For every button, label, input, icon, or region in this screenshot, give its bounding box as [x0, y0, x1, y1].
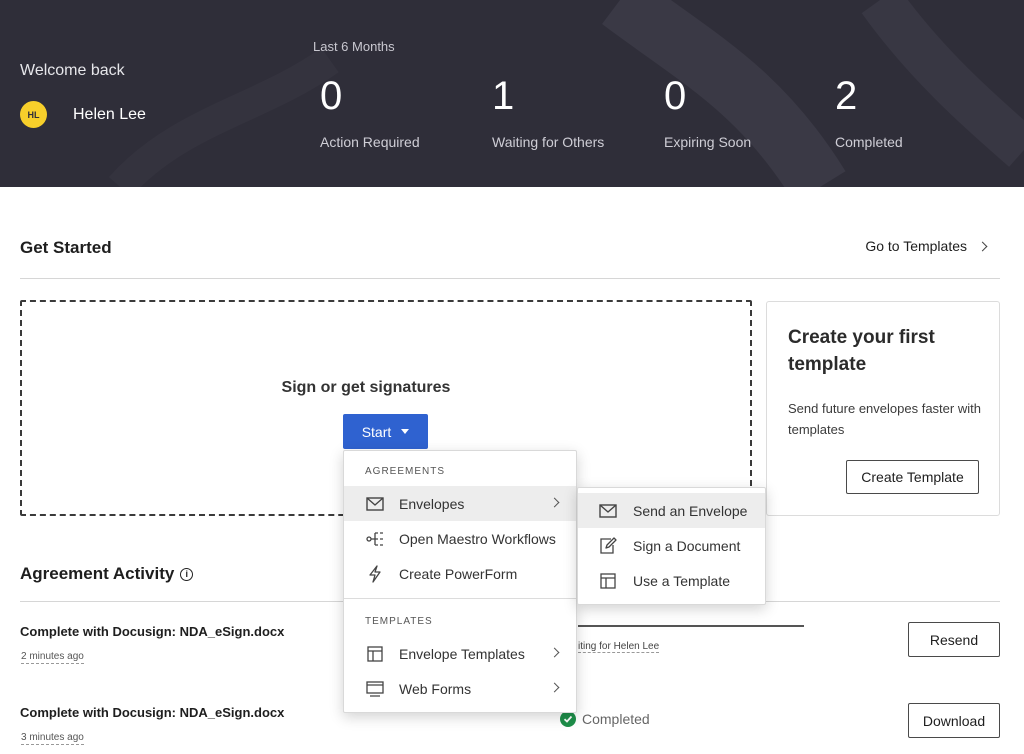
- menu-item-label: Send an Envelope: [633, 502, 748, 519]
- go-to-templates-label: Go to Templates: [865, 238, 967, 254]
- lightning-icon: [366, 564, 384, 583]
- activity-row-status: iting for Helen Lee: [578, 641, 660, 653]
- activity-row-title[interactable]: Complete with Docusign: NDA_eSign.docx: [20, 624, 284, 639]
- menu-divider: [344, 598, 576, 599]
- user-name: Helen Lee: [73, 106, 146, 123]
- start-button[interactable]: Start: [343, 414, 428, 449]
- activity-row-title[interactable]: Complete with Docusign: NDA_eSign.docx: [20, 705, 284, 720]
- status-completed-label: Completed: [582, 711, 650, 727]
- dropzone-title: Sign or get signatures: [281, 379, 451, 396]
- menu-item-open-maestro-workflows[interactable]: Open Maestro Workflows: [344, 521, 576, 556]
- menu-item-label: Envelopes: [399, 495, 465, 512]
- chevron-right-icon: [549, 682, 560, 693]
- avatar[interactable]: HL: [20, 101, 47, 128]
- stat-label: Expiring Soon: [664, 134, 752, 150]
- menu-item-envelopes[interactable]: Envelopes: [344, 486, 576, 521]
- stat-action-required[interactable]: 0 Action Required: [320, 74, 420, 150]
- template-card-description: Send future envelopes faster with templa…: [788, 401, 981, 437]
- menu-item-label: Sign a Document: [633, 537, 741, 554]
- menu-item-use-a-template[interactable]: Use a Template: [578, 563, 765, 598]
- download-button[interactable]: Download: [908, 703, 1000, 738]
- chevron-right-icon: [549, 497, 560, 508]
- info-icon[interactable]: i: [180, 567, 194, 581]
- envelopes-submenu: Send an Envelope Sign a Document Use a T…: [577, 487, 766, 605]
- start-button-label: Start: [361, 423, 392, 440]
- menu-item-create-powerform[interactable]: Create PowerForm: [344, 556, 576, 591]
- menu-item-label: Use a Template: [633, 572, 731, 589]
- menu-item-label: Web Forms: [399, 680, 472, 697]
- stat-value: 0: [664, 74, 687, 118]
- stat-label: Completed: [835, 134, 903, 150]
- start-dropdown-menu: AGREEMENTS Envelopes Open Maestro Workfl…: [343, 450, 577, 713]
- workflow-icon: [366, 530, 384, 548]
- stat-label: Action Required: [320, 134, 420, 150]
- menu-heading-templates: TEMPLATES: [365, 616, 433, 627]
- stat-completed[interactable]: 2 Completed: [835, 74, 903, 150]
- stat-label: Waiting for Others: [492, 134, 605, 150]
- caret-down-icon: [401, 429, 410, 434]
- menu-heading-agreements: AGREEMENTS: [365, 466, 446, 477]
- status-progress-line: [578, 625, 804, 627]
- menu-item-web-forms[interactable]: Web Forms: [344, 671, 576, 706]
- activity-row-status: Completed: [560, 711, 650, 727]
- check-circle-icon: [560, 711, 576, 727]
- template-icon: [366, 645, 384, 663]
- chevron-right-icon: [549, 647, 560, 658]
- menu-item-sign-a-document[interactable]: Sign a Document: [578, 528, 765, 563]
- stat-value: 1: [492, 74, 515, 118]
- menu-item-label: Create PowerForm: [399, 565, 518, 582]
- create-template-card: Create your first template Send future e…: [766, 301, 1000, 516]
- stats-period: Last 6 Months: [313, 39, 395, 54]
- template-icon: [599, 572, 617, 590]
- get-started-title: Get Started: [20, 238, 112, 257]
- activity-row-time: 3 minutes ago: [21, 732, 84, 745]
- activity-row-time: 2 minutes ago: [21, 651, 84, 664]
- agreement-activity-title: Agreement Activity: [20, 564, 175, 583]
- envelope-icon: [366, 495, 384, 513]
- go-to-templates-link[interactable]: Go to Templates: [865, 238, 988, 254]
- menu-item-send-an-envelope[interactable]: Send an Envelope: [578, 493, 765, 528]
- menu-item-label: Open Maestro Workflows: [399, 530, 556, 547]
- menu-item-label: Envelope Templates: [399, 645, 525, 662]
- stat-waiting-for-others[interactable]: 1 Waiting for Others: [492, 74, 604, 150]
- web-form-icon: [366, 680, 384, 698]
- stat-value: 2: [835, 74, 858, 118]
- sign-document-icon: [599, 536, 617, 555]
- agreement-activity-heading: Agreement Activity i: [20, 564, 194, 584]
- welcome-text: Welcome back: [20, 62, 125, 79]
- chevron-right-icon: [977, 241, 988, 251]
- envelope-icon: [599, 502, 617, 520]
- template-card-title: Create your first template: [788, 327, 935, 375]
- dashboard-header: Welcome back HL Helen Lee Last 6 Months …: [0, 0, 1024, 187]
- create-template-button[interactable]: Create Template: [846, 460, 979, 494]
- stat-expiring-soon[interactable]: 0 Expiring Soon: [664, 74, 751, 150]
- stat-value: 0: [320, 74, 343, 118]
- divider: [20, 278, 1000, 279]
- resend-button[interactable]: Resend: [908, 622, 1000, 657]
- menu-item-envelope-templates[interactable]: Envelope Templates: [344, 636, 576, 671]
